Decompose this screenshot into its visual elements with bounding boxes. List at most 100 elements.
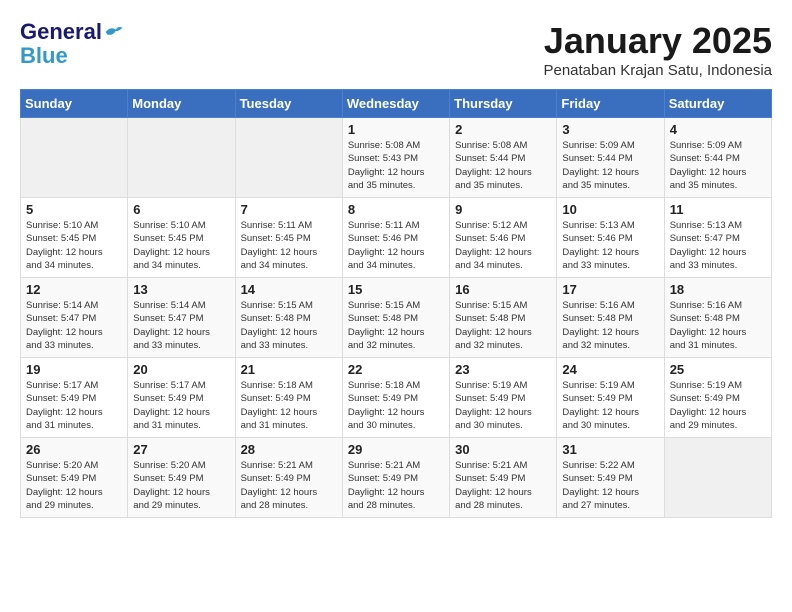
weekday-header-monday: Monday [128, 90, 235, 118]
day-info: Sunrise: 5:22 AM Sunset: 5:49 PM Dayligh… [562, 459, 658, 512]
day-number: 13 [133, 282, 229, 297]
day-number: 19 [26, 362, 122, 377]
day-number: 25 [670, 362, 766, 377]
calendar-cell: 14Sunrise: 5:15 AM Sunset: 5:48 PM Dayli… [235, 278, 342, 358]
calendar-cell: 25 Sunrise: 5:19 AM Sunset: 5:49 PM Dayli… [664, 358, 771, 438]
day-number: 26 [26, 442, 122, 457]
month-title: January 2025 [543, 20, 772, 62]
calendar-cell: 1Sunrise: 5:08 AM Sunset: 5:43 PM Daylig… [342, 118, 449, 198]
day-info: Sunrise: 5:21 AM Sunset: 5:49 PM Dayligh… [241, 459, 337, 512]
calendar-cell: 24Sunrise: 5:19 AM Sunset: 5:49 PM Dayli… [557, 358, 664, 438]
calendar-week-row: 19 Sunrise: 5:17 AM Sunset: 5:49 PM Dayli… [21, 358, 772, 438]
calendar-cell: 10 Sunrise: 5:13 AM Sunset: 5:46 PM Dayli… [557, 198, 664, 278]
calendar-cell [21, 118, 128, 198]
day-info: Sunrise: 5:10 AM Sunset: 5:45 PM Dayligh… [26, 219, 122, 272]
calendar-cell: 22 Sunrise: 5:18 AM Sunset: 5:49 PM Dayli… [342, 358, 449, 438]
calendar-cell: 23 Sunrise: 5:19 AM Sunset: 5:49 PM Dayli… [450, 358, 557, 438]
day-info: Sunrise: 5:14 AM Sunset: 5:47 PM Dayligh… [133, 299, 229, 352]
calendar-cell: 2Sunrise: 5:08 AM Sunset: 5:44 PM Daylig… [450, 118, 557, 198]
day-number: 14 [241, 282, 337, 297]
day-number: 8 [348, 202, 444, 217]
day-number: 18 [670, 282, 766, 297]
day-info: Sunrise: 5:09 AM Sunset: 5:44 PM Dayligh… [670, 139, 766, 192]
weekday-header-friday: Friday [557, 90, 664, 118]
day-number: 27 [133, 442, 229, 457]
calendar-cell: 19 Sunrise: 5:17 AM Sunset: 5:49 PM Dayli… [21, 358, 128, 438]
day-info: Sunrise: 5:11 AM Sunset: 5:45 PM Dayligh… [241, 219, 337, 272]
calendar-cell: 13 Sunrise: 5:14 AM Sunset: 5:47 PM Dayli… [128, 278, 235, 358]
logo-text-general: General [20, 20, 102, 44]
calendar-cell: 15Sunrise: 5:15 AM Sunset: 5:48 PM Dayli… [342, 278, 449, 358]
weekday-header-sunday: Sunday [21, 90, 128, 118]
calendar-cell [128, 118, 235, 198]
calendar-cell: 9 Sunrise: 5:12 AM Sunset: 5:46 PM Daylig… [450, 198, 557, 278]
calendar-cell: 31 Sunrise: 5:22 AM Sunset: 5:49 PM Dayli… [557, 438, 664, 518]
calendar-cell: 4 Sunrise: 5:09 AM Sunset: 5:44 PM Daylig… [664, 118, 771, 198]
calendar-cell: 21 Sunrise: 5:18 AM Sunset: 5:49 PM Dayli… [235, 358, 342, 438]
calendar-cell [235, 118, 342, 198]
day-number: 6 [133, 202, 229, 217]
calendar-cell: 16Sunrise: 5:15 AM Sunset: 5:48 PM Dayli… [450, 278, 557, 358]
weekday-header-saturday: Saturday [664, 90, 771, 118]
calendar-cell: 18 Sunrise: 5:16 AM Sunset: 5:48 PM Dayli… [664, 278, 771, 358]
day-number: 5 [26, 202, 122, 217]
calendar-cell: 6Sunrise: 5:10 AM Sunset: 5:45 PM Daylig… [128, 198, 235, 278]
logo-bird-icon [104, 22, 124, 42]
weekday-header-row: SundayMondayTuesdayWednesdayThursdayFrid… [21, 90, 772, 118]
calendar-cell: 28 Sunrise: 5:21 AM Sunset: 5:49 PM Dayli… [235, 438, 342, 518]
day-info: Sunrise: 5:15 AM Sunset: 5:48 PM Dayligh… [455, 299, 551, 352]
logo: General Blue [20, 20, 124, 68]
day-info: Sunrise: 5:08 AM Sunset: 5:44 PM Dayligh… [455, 139, 551, 192]
day-info: Sunrise: 5:19 AM Sunset: 5:49 PM Dayligh… [455, 379, 551, 432]
day-info: Sunrise: 5:18 AM Sunset: 5:49 PM Dayligh… [241, 379, 337, 432]
calendar-cell: 11Sunrise: 5:13 AM Sunset: 5:47 PM Dayli… [664, 198, 771, 278]
day-info: Sunrise: 5:12 AM Sunset: 5:46 PM Dayligh… [455, 219, 551, 272]
calendar-cell: 17 Sunrise: 5:16 AM Sunset: 5:48 PM Dayli… [557, 278, 664, 358]
day-info: Sunrise: 5:17 AM Sunset: 5:49 PM Dayligh… [26, 379, 122, 432]
day-number: 4 [670, 122, 766, 137]
day-info: Sunrise: 5:17 AM Sunset: 5:49 PM Dayligh… [133, 379, 229, 432]
weekday-header-thursday: Thursday [450, 90, 557, 118]
calendar-cell: 29 Sunrise: 5:21 AM Sunset: 5:49 PM Dayli… [342, 438, 449, 518]
day-info: Sunrise: 5:18 AM Sunset: 5:49 PM Dayligh… [348, 379, 444, 432]
day-number: 28 [241, 442, 337, 457]
day-info: Sunrise: 5:14 AM Sunset: 5:47 PM Dayligh… [26, 299, 122, 352]
calendar-week-row: 26Sunrise: 5:20 AM Sunset: 5:49 PM Dayli… [21, 438, 772, 518]
logo-text-blue: Blue [20, 43, 68, 68]
day-info: Sunrise: 5:21 AM Sunset: 5:49 PM Dayligh… [348, 459, 444, 512]
weekday-header-tuesday: Tuesday [235, 90, 342, 118]
calendar-cell: 27Sunrise: 5:20 AM Sunset: 5:49 PM Dayli… [128, 438, 235, 518]
day-info: Sunrise: 5:11 AM Sunset: 5:46 PM Dayligh… [348, 219, 444, 272]
day-info: Sunrise: 5:16 AM Sunset: 5:48 PM Dayligh… [562, 299, 658, 352]
page-header: General Blue January 2025 Penataban Kraj… [20, 20, 772, 79]
day-number: 29 [348, 442, 444, 457]
calendar-cell: 5 Sunrise: 5:10 AM Sunset: 5:45 PM Daylig… [21, 198, 128, 278]
calendar-cell: 8 Sunrise: 5:11 AM Sunset: 5:46 PM Daylig… [342, 198, 449, 278]
day-number: 22 [348, 362, 444, 377]
day-info: Sunrise: 5:16 AM Sunset: 5:48 PM Dayligh… [670, 299, 766, 352]
weekday-header-wednesday: Wednesday [342, 90, 449, 118]
day-number: 23 [455, 362, 551, 377]
calendar-cell: 20 Sunrise: 5:17 AM Sunset: 5:49 PM Dayli… [128, 358, 235, 438]
day-number: 10 [562, 202, 658, 217]
day-number: 20 [133, 362, 229, 377]
day-info: Sunrise: 5:19 AM Sunset: 5:49 PM Dayligh… [670, 379, 766, 432]
calendar-cell: 12 Sunrise: 5:14 AM Sunset: 5:47 PM Dayli… [21, 278, 128, 358]
calendar-cell: 30Sunrise: 5:21 AM Sunset: 5:49 PM Dayli… [450, 438, 557, 518]
calendar-cell: 26Sunrise: 5:20 AM Sunset: 5:49 PM Dayli… [21, 438, 128, 518]
calendar-table: SundayMondayTuesdayWednesdayThursdayFrid… [20, 89, 772, 518]
day-number: 31 [562, 442, 658, 457]
calendar-cell: 3Sunrise: 5:09 AM Sunset: 5:44 PM Daylig… [557, 118, 664, 198]
day-number: 17 [562, 282, 658, 297]
day-info: Sunrise: 5:13 AM Sunset: 5:46 PM Dayligh… [562, 219, 658, 272]
day-number: 24 [562, 362, 658, 377]
day-number: 12 [26, 282, 122, 297]
day-info: Sunrise: 5:21 AM Sunset: 5:49 PM Dayligh… [455, 459, 551, 512]
day-number: 3 [562, 122, 658, 137]
day-number: 21 [241, 362, 337, 377]
day-info: Sunrise: 5:08 AM Sunset: 5:43 PM Dayligh… [348, 139, 444, 192]
day-number: 7 [241, 202, 337, 217]
day-number: 9 [455, 202, 551, 217]
day-number: 15 [348, 282, 444, 297]
location: Penataban Krajan Satu, Indonesia [543, 62, 772, 79]
